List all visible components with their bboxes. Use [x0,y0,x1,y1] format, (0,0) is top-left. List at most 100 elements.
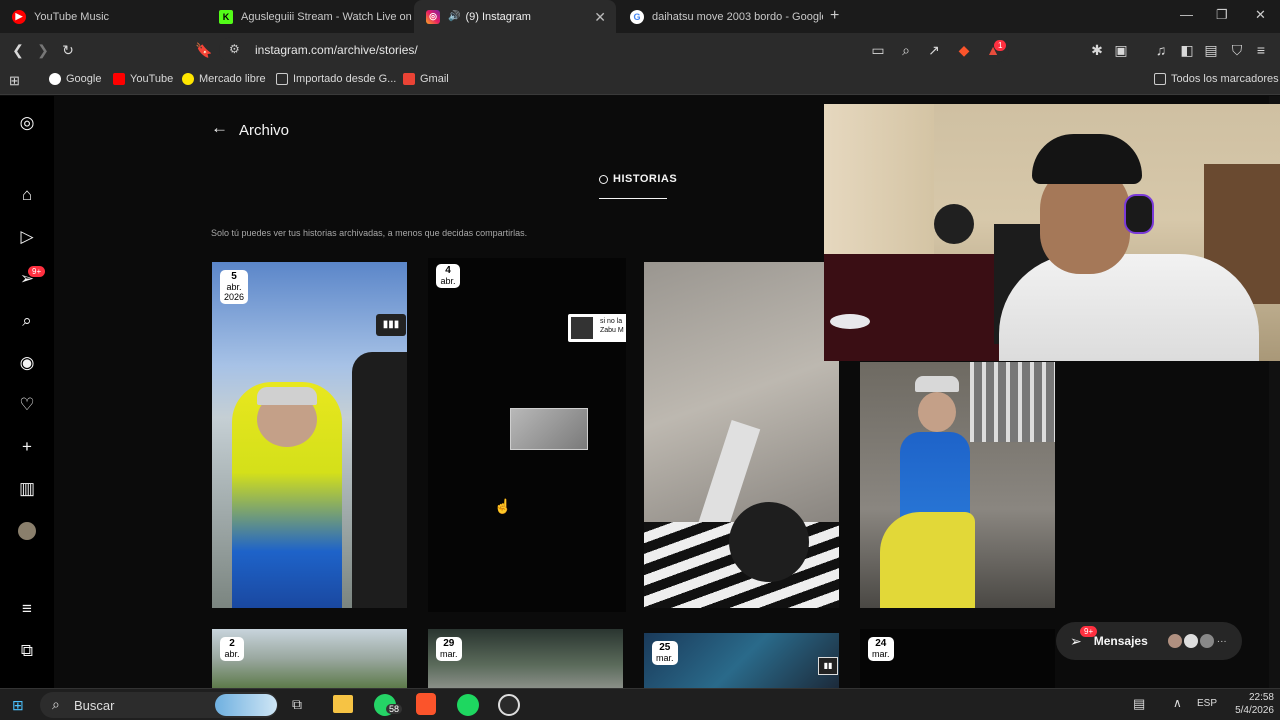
more-menu-icon[interactable]: ≡ [17,599,37,619]
tab-youtube-music[interactable]: ▶ YouTube Music [0,0,205,33]
bookmark-folder-imported[interactable]: Importado desde G... [276,73,396,85]
new-tab-button[interactable]: + [830,7,839,25]
date-day: 24 [875,638,887,649]
cap [915,376,959,392]
gmail-icon [403,73,415,85]
tray-chevron-icon[interactable]: ∧ [1173,696,1182,710]
home-icon[interactable]: ⌂ [17,185,37,205]
share-icon[interactable]: ↗ [925,41,943,59]
brave-shields-icon[interactable]: ◆ [955,41,973,59]
instagram-logo-icon[interactable]: ◎ [17,113,37,133]
date-tag: 25 mar. [652,641,678,665]
mercado-libre-icon [182,73,194,85]
close-window-icon[interactable]: ✕ [1255,7,1266,23]
instagram-sidebar: ◎ ⌂ ▷ ➢ 9+ ⌕ ◉ ♡ + ▥ ≡ ⧉ [0,96,54,688]
tab-google-search[interactable]: G daihatsu move 2003 bordo - Google S [618,0,823,33]
bookmark-label: Gmail [420,73,449,85]
speaker-icon[interactable]: 🔊 [448,11,460,22]
bookmark-youtube[interactable]: YouTube [113,73,173,85]
sidebar-icon[interactable]: ◧ [1178,41,1196,59]
date-tag: 2 abr. [220,637,244,661]
apps-grid-icon[interactable]: ⊞ [9,73,20,89]
tab-strip: ▶ YouTube Music K Agusleguiii Stream - W… [0,0,1280,33]
google-icon: G [630,9,644,24]
messages-pill[interactable]: ➢ 9+ Mensajes ··· [1056,622,1242,660]
task-view-icon[interactable]: ⧉ [292,696,302,713]
date-month: mar. [656,653,674,663]
restore-icon[interactable]: ❐ [1216,7,1228,23]
back-arrow-icon[interactable]: ← [211,118,228,138]
date-tag: 29 mar. [436,637,462,661]
bookmark-label: Google [66,73,102,85]
bookmark-gmail[interactable]: Gmail [403,73,449,85]
spotify-icon[interactable] [457,694,479,716]
explore-icon[interactable]: ◉ [17,353,37,373]
bookmark-mercado-libre[interactable]: Mercado libre [182,73,266,85]
site-info-icon[interactable]: ⚙ [229,42,240,56]
search-icon[interactable]: ⌕ [17,311,37,331]
story-thumbnail[interactable]: 2 abr. [212,629,407,688]
file-explorer-icon[interactable] [333,695,353,713]
date-month: abr. [440,276,456,286]
date-day: 2 [229,638,235,649]
also-from-meta-icon[interactable]: ⧉ [17,641,37,661]
dashboard-icon[interactable]: ▥ [17,479,37,499]
avatar [1183,634,1198,648]
story-thumbnail[interactable] [644,262,839,608]
minimize-icon[interactable]: — [1180,7,1193,22]
story-thumbnail[interactable]: 24 mar. [860,629,1055,688]
menu-icon[interactable]: ≡ [1252,41,1270,59]
bookmark-google[interactable]: Google [49,73,101,85]
tab-label: YouTube Music [34,10,110,23]
music-icon[interactable]: ♫ [1152,41,1170,59]
window-bars [970,362,1055,442]
vpn-icon[interactable]: ⛉ [1228,41,1246,59]
date-year: 2026 [224,292,245,302]
windows-start-icon[interactable]: ⊞ [12,697,24,714]
address-bar[interactable]: ⚙ instagram.com/archive/stories/ [219,37,1009,63]
bookmark-icon[interactable]: 🔖 [195,41,213,59]
language-indicator[interactable]: ESP [1197,698,1217,709]
tab-label: HISTORIAS [613,173,678,185]
all-bookmarks[interactable]: Todos los marcadores [1154,73,1279,85]
browser-toolbar: ❮ ❯ ↻ 🔖 ⚙ instagram.com/archive/stories/… [0,33,1280,67]
create-icon[interactable]: + [17,437,37,457]
person-shirt [999,254,1259,361]
reload-icon[interactable]: ↻ [59,41,77,59]
microphone [934,204,974,244]
story-thumbnail[interactable]: ▮▮▮ 5 abr. 2026 [212,262,407,608]
story-thumbnail[interactable]: 25 mar. ▮▮ [644,633,839,688]
brave-icon[interactable] [416,693,436,715]
close-tab-icon[interactable]: ✕ [594,9,606,26]
url-text: instagram.com/archive/stories/ [255,43,418,57]
phone-screen [510,408,588,450]
back-icon[interactable]: ❮ [9,41,27,59]
taskbar-search[interactable]: ⌕ Buscar [40,692,278,718]
extensions-icon[interactable]: ✱ [1088,41,1106,59]
tab-instagram[interactable]: ◎ 🔊 (9) Instagram ✕ [414,0,616,33]
google-icon [49,73,61,85]
forward-icon[interactable]: ❯ [34,41,52,59]
reels-icon[interactable]: ▷ [17,227,37,247]
zoom-icon[interactable]: ⌕ [897,41,915,59]
story-thumbnail[interactable]: 29 mar. [428,629,623,688]
clock[interactable]: 22:58 5/4/2026 [1222,691,1274,717]
heart-icon[interactable]: ♡ [17,395,37,415]
more-icon: ··· [1216,635,1227,647]
sidebar-panel-icon[interactable]: ▣ [1112,41,1130,59]
cast-icon[interactable]: ▭ [869,41,887,59]
wallet-icon[interactable]: ▤ [1202,41,1220,59]
sticker-line: Zabu M [600,327,624,334]
whatsapp-badge: 58 [386,704,403,714]
story-thumbnail[interactable] [860,362,1055,608]
tab-label: (9) Instagram [465,10,531,23]
tab-historias[interactable]: HISTORIAS [599,173,677,185]
tab-kick-stream[interactable]: K Agusleguiii Stream - Watch Live on K [207,0,413,33]
news-widget-icon[interactable]: ▤ [1133,696,1145,712]
instagram-icon: ◎ [426,9,440,24]
direct-messages-icon: ➢ [1070,632,1082,649]
story-thumbnail[interactable]: si no la Zabu M 4 abr. ☝ [428,258,626,612]
obs-icon[interactable] [498,694,520,716]
profile-avatar[interactable] [18,522,36,540]
youtube-music-icon: ▶ [12,9,26,24]
